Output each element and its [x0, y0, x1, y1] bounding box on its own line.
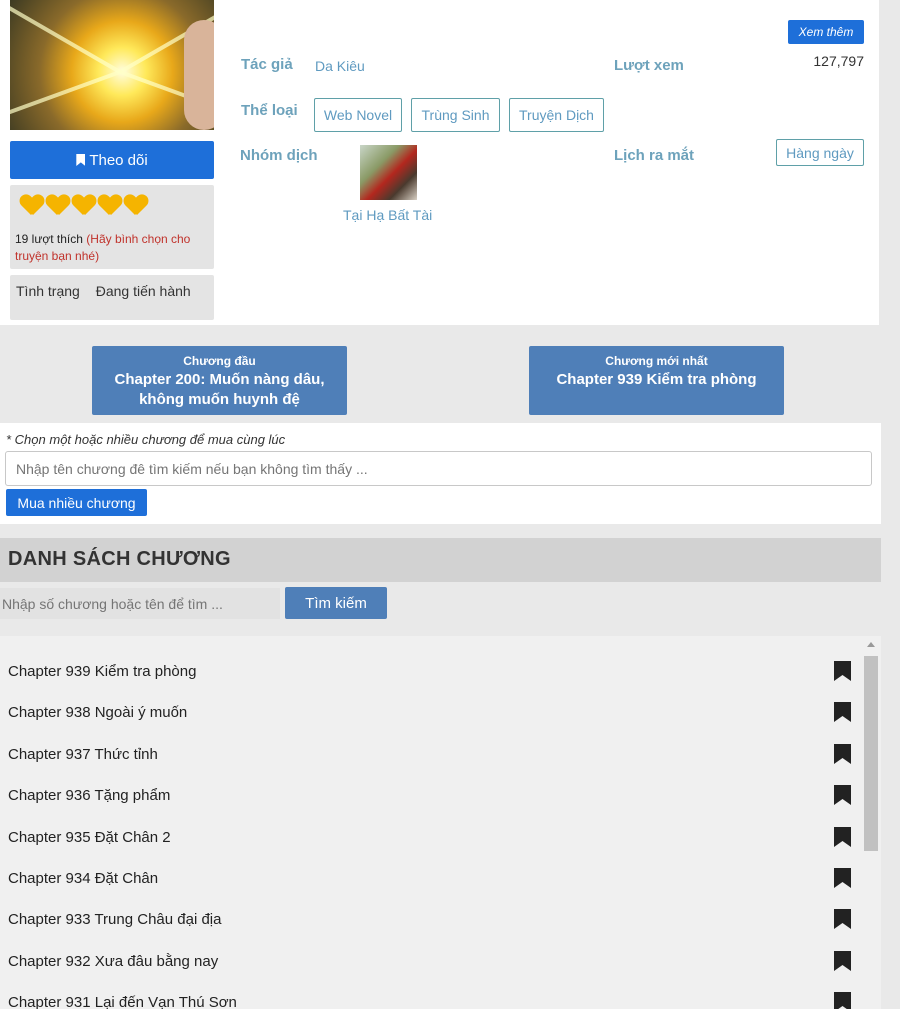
bookmark-icon[interactable]: [834, 868, 851, 888]
genre-label: Thể loại: [241, 102, 298, 119]
latest-chapter-label: Chương mới nhất: [605, 354, 708, 368]
bookmark-icon[interactable]: [834, 827, 851, 847]
chapter-title[interactable]: Chapter 932 Xưa đâu bằng nay: [8, 953, 218, 970]
heart-icon[interactable]: [20, 195, 44, 217]
author-label: Tác giả: [241, 56, 293, 73]
bookmark-icon[interactable]: [834, 661, 851, 681]
likes-text: 19 lượt thích: [15, 232, 83, 246]
chapter-title[interactable]: Chapter 936 Tặng phẩm: [8, 787, 170, 804]
team-avatar[interactable]: [360, 145, 417, 200]
first-chapter-title: Chapter 200: Muốn nàng dâu, không muốn h…: [114, 371, 325, 408]
author-link[interactable]: Da Kiêu: [315, 58, 365, 74]
genre-tag[interactable]: Truyện Dịch: [509, 98, 604, 132]
rating-hearts[interactable]: [20, 195, 148, 217]
buy-hint: * Chọn một hoặc nhiều chương để mua cùng…: [6, 432, 286, 447]
chapter-list[interactable]: Chapter 939 Kiểm tra phòng Chapter 938 N…: [0, 636, 881, 1009]
chapter-title[interactable]: Chapter 939 Kiểm tra phòng: [8, 663, 196, 680]
heart-icon[interactable]: [72, 195, 96, 217]
chapter-title[interactable]: Chapter 938 Ngoài ý muốn: [8, 704, 187, 721]
heart-icon[interactable]: [98, 195, 122, 217]
views-value: 127,797: [813, 53, 864, 69]
heart-icon[interactable]: [46, 195, 70, 217]
status-label: Tình trạng: [16, 283, 80, 299]
release-label: Lịch ra mắt: [614, 147, 695, 164]
bookmark-icon[interactable]: [834, 909, 851, 929]
status-value: Đang tiến hành: [95, 283, 191, 299]
list-item[interactable]: Chapter 935 Đặt Chân 2: [0, 810, 860, 851]
views-label: Lượt xem: [614, 57, 684, 74]
list-item[interactable]: Chapter 933 Trung Châu đại địa: [0, 892, 860, 933]
follow-label: Theo dõi: [89, 151, 148, 169]
chapter-search-button[interactable]: Tìm kiếm: [285, 587, 387, 619]
buy-panel: * Chọn một hoặc nhiều chương để mua cùng…: [0, 423, 881, 524]
chapter-list-header: DANH SÁCH CHƯƠNG: [0, 538, 881, 582]
latest-chapter-button[interactable]: Chương mới nhất Chapter 939 Kiểm tra phò…: [529, 346, 784, 415]
chapter-title[interactable]: Chapter 935 Đặt Chân 2: [8, 829, 171, 846]
story-info-panel: Theo dõi 19 lượt thích (Hãy bình chọn ch…: [0, 0, 879, 325]
bookmark-icon[interactable]: [834, 992, 851, 1009]
buy-chapter-search-input[interactable]: [5, 451, 872, 486]
genre-tag[interactable]: Web Novel: [314, 98, 402, 132]
bookmark-icon: [76, 154, 86, 166]
chapter-title[interactable]: Chapter 933 Trung Châu đại địa: [8, 911, 221, 928]
follow-button[interactable]: Theo dõi: [10, 141, 214, 179]
list-scrollbar[interactable]: [864, 636, 878, 1009]
release-value: Hàng ngày: [776, 139, 864, 166]
bookmark-icon[interactable]: [834, 951, 851, 971]
list-item[interactable]: Chapter 937 Thức tỉnh: [0, 727, 860, 768]
rating-box: 19 lượt thích (Hãy bình chọn cho truyện …: [10, 185, 214, 269]
chapter-title[interactable]: Chapter 937 Thức tỉnh: [8, 746, 158, 763]
list-item[interactable]: Chapter 931 Lại đến Vạn Thú Sơn: [0, 975, 860, 1009]
scroll-up-arrow-icon[interactable]: [867, 642, 875, 647]
cover-image[interactable]: [10, 0, 214, 130]
status-box: Tình trạng Đang tiến hành: [10, 275, 214, 320]
more-button[interactable]: Xem thêm: [788, 20, 864, 44]
first-chapter-label: Chương đầu: [183, 354, 256, 368]
list-item[interactable]: Chapter 936 Tặng phẩm: [0, 768, 860, 809]
genre-tag[interactable]: Trùng Sinh: [411, 98, 500, 132]
chapter-search-input[interactable]: [0, 588, 280, 619]
likes-count: 19 lượt thích (Hãy bình chọn cho truyện …: [15, 231, 210, 265]
chapter-list-title: DANH SÁCH CHƯƠNG: [8, 548, 231, 570]
scroll-thumb[interactable]: [864, 656, 878, 851]
list-item[interactable]: Chapter 932 Xưa đâu bằng nay: [0, 934, 860, 975]
buy-multiple-button[interactable]: Mua nhiều chương: [6, 489, 147, 516]
team-name-link[interactable]: Tại Hạ Bất Tài: [343, 207, 432, 223]
list-item[interactable]: Chapter 934 Đặt Chân: [0, 851, 860, 892]
team-label: Nhóm dịch: [240, 147, 318, 164]
chapter-title[interactable]: Chapter 934 Đặt Chân: [8, 870, 158, 887]
first-chapter-button[interactable]: Chương đầu Chapter 200: Muốn nàng dâu, k…: [92, 346, 347, 415]
heart-icon[interactable]: [124, 195, 148, 217]
bookmark-icon[interactable]: [834, 785, 851, 805]
chapter-title[interactable]: Chapter 931 Lại đến Vạn Thú Sơn: [8, 994, 237, 1009]
list-item[interactable]: Chapter 938 Ngoài ý muốn: [0, 685, 860, 726]
bookmark-icon[interactable]: [834, 702, 851, 722]
bookmark-icon[interactable]: [834, 744, 851, 764]
latest-chapter-title: Chapter 939 Kiểm tra phòng: [556, 371, 757, 388]
list-item[interactable]: Chapter 939 Kiểm tra phòng: [0, 644, 860, 685]
